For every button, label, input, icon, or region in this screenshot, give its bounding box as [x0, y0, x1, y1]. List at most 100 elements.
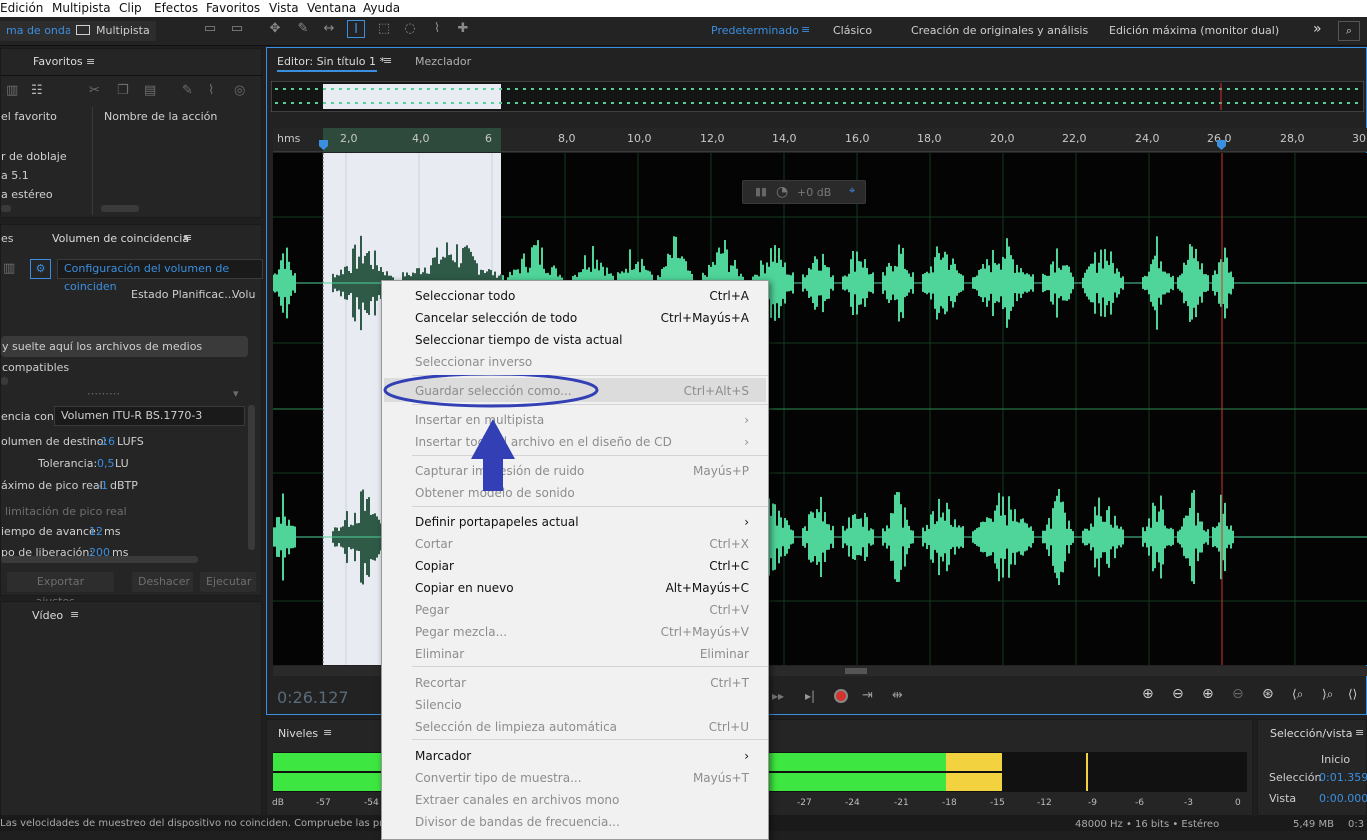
target-value[interactable]: -16 — [97, 435, 115, 448]
context-menu-item[interactable]: Selección de limpieza automática Ctrl+U — [382, 716, 768, 738]
resize-handle[interactable]: ⋯⋯⋯ — [87, 387, 120, 400]
search-icon[interactable]: ⌕ — [1338, 21, 1360, 41]
menu-ayuda[interactable]: Ayuda — [363, 1, 400, 15]
hud-gain-value[interactable]: +0 dB — [797, 186, 831, 199]
overview-navigator[interactable] — [271, 81, 1364, 112]
context-menu-item[interactable]: Seleccionar tiempo de vista actual — [382, 329, 768, 351]
scrollbar[interactable] — [1, 205, 11, 212]
skip-selection-icon[interactable]: ⇹ — [892, 688, 903, 703]
levels-menu-icon[interactable]: ≡ — [323, 726, 332, 739]
menu-clip[interactable]: Clip — [119, 1, 142, 15]
context-menu-item[interactable]: Cortar Ctrl+X — [382, 533, 768, 555]
slip-tool-icon[interactable]: ↔ — [320, 20, 338, 38]
column-scheduled[interactable]: Planificac... — [172, 288, 235, 301]
favorite-item[interactable]: a 5.1 — [1, 169, 29, 182]
zoom-in-time-icon[interactable]: ⊕ — [1202, 686, 1214, 702]
brush-icon[interactable]: ⌇ — [208, 83, 214, 98]
workspace-overflow-button[interactable]: » — [1313, 21, 1322, 37]
workspace-edicion-maxima[interactable]: Edición máxima (monitor dual) — [1109, 24, 1279, 37]
loudness-menu-icon[interactable]: ≡ — [183, 231, 192, 244]
record-favorite-icon[interactable]: ◎ — [234, 83, 245, 98]
peak-value[interactable]: -1 — [97, 479, 108, 492]
skip-end-icon[interactable]: ▸| — [805, 689, 815, 703]
zoom-out-point-icon[interactable]: ⟩⌕ — [1322, 687, 1333, 702]
context-menu-item[interactable]: Copiar en nuevo Alt+Mayús+C — [382, 577, 768, 599]
gain-knob-icon[interactable]: ◔ — [776, 184, 788, 200]
edit-favorite-icon[interactable]: ☷ — [31, 83, 43, 98]
preset-select[interactable]: Configuración del volumen de coinciden — [57, 259, 263, 293]
gain-hud[interactable]: ▮▮ ◔ +0 dB ⌖ — [742, 180, 866, 204]
pin-icon[interactable]: ⌖ — [849, 184, 855, 198]
zoom-full-icon[interactable]: ⊛ — [1262, 686, 1274, 702]
cut-icon[interactable]: ✂ — [89, 83, 100, 98]
workspace-clasico[interactable]: Clásico — [833, 24, 872, 37]
paste-icon[interactable]: ▤ — [144, 83, 156, 98]
fast-forward-icon[interactable]: ▸▸ — [772, 689, 784, 703]
context-menu-item[interactable]: Seleccionar todo Ctrl+A — [382, 285, 768, 307]
pitch-display-icon[interactable]: ▭ — [228, 20, 246, 38]
context-menu-item[interactable]: Convertir tipo de muestra... Mayús+T — [382, 767, 768, 789]
context-menu-item[interactable]: Definir portapapeles actual › — [382, 511, 768, 533]
scrollbar[interactable] — [1, 377, 8, 385]
scrollbar[interactable] — [1, 556, 198, 563]
menu-edicion[interactable]: Edición — [0, 1, 43, 15]
zoom-in-point-icon[interactable]: ⟨⌕ — [1292, 687, 1303, 702]
context-menu-item[interactable]: Divisor de bandas de frecuencia... — [382, 811, 768, 833]
favorite-item[interactable]: r de doblaje — [1, 150, 67, 163]
lookahead-value[interactable]: 12 — [89, 525, 103, 538]
time-selection-tool-icon[interactable]: I — [347, 20, 365, 38]
video-menu-icon[interactable]: ≡ — [70, 608, 79, 621]
delete-icon[interactable]: ▥ — [6, 83, 18, 98]
workspace-creacion[interactable]: Creación de originales y análisis — [911, 24, 1088, 37]
context-menu-item[interactable]: Marcador › — [382, 745, 768, 767]
menu-vista[interactable]: Vista — [269, 1, 299, 15]
collapse-arrow-icon[interactable]: ▾ — [233, 387, 239, 400]
export-settings-button[interactable]: Exportar ajustes... — [7, 572, 114, 608]
view-start-value[interactable]: 0:00.000 — [1319, 792, 1367, 805]
context-menu-item[interactable]: Extraer canales en archivos mono — [382, 789, 768, 811]
menu-ventana[interactable]: Ventana — [307, 1, 356, 15]
zoom-out-amplitude-icon[interactable]: ⊖ — [1172, 686, 1184, 702]
favorites-menu-icon[interactable]: ≡ — [86, 55, 95, 68]
zoom-out-time-icon[interactable]: ⊖ — [1232, 686, 1244, 702]
favorites-title[interactable]: Favoritos — [33, 55, 83, 68]
workspace-menu-icon[interactable]: ≡ — [801, 23, 810, 36]
selection-start-value[interactable]: 0:01.359 — [1319, 771, 1367, 784]
razor-tool-icon[interactable]: ✎ — [294, 20, 312, 38]
lasso-tool-icon[interactable]: ◌ — [401, 20, 419, 38]
context-menu-item[interactable]: Recortar Ctrl+T — [382, 672, 768, 694]
move-tool-icon[interactable]: ✥ — [266, 20, 284, 38]
mixer-tab[interactable]: Mezclador — [415, 55, 471, 68]
multitrack-view-button[interactable]: Multipista — [70, 21, 156, 41]
selection-view-title[interactable]: Selección/vista — [1270, 727, 1352, 740]
current-time[interactable]: 0:26.127 — [277, 688, 349, 707]
scrollbar[interactable] — [101, 205, 139, 212]
limit-peak-label[interactable]: limitación de pico real — [5, 505, 127, 518]
tab-left[interactable]: es — [1, 232, 14, 245]
loudness-title[interactable]: Volumen de coincidencia — [52, 232, 189, 245]
run-button[interactable]: Ejecutar — [200, 572, 256, 592]
context-menu-item[interactable]: Cancelar selección de todo Ctrl+Mayús+A — [382, 307, 768, 329]
match-to-select[interactable]: Volumen ITU-R BS.1770-3 — [54, 406, 245, 426]
zoom-in-amplitude-icon[interactable]: ⊕ — [1142, 686, 1154, 702]
spot-healing-icon[interactable]: ✚ — [454, 20, 472, 38]
spectral-display-icon[interactable]: ▭ — [201, 20, 219, 38]
selection-view-menu-icon[interactable]: ≡ — [1355, 726, 1364, 739]
levels-title[interactable]: Niveles — [278, 727, 318, 740]
copy-icon[interactable]: ❐ — [117, 83, 129, 98]
column-volume[interactable]: Volu — [232, 288, 255, 301]
record-button[interactable] — [834, 689, 848, 703]
settings-icon[interactable]: ⚙ — [30, 259, 51, 279]
pencil-icon[interactable]: ✎ — [182, 83, 193, 98]
brush-tool-icon[interactable]: ⌇ — [428, 20, 446, 38]
menu-favoritos[interactable]: Favoritos — [206, 1, 260, 15]
undo-button[interactable]: Deshacer — [132, 572, 193, 592]
favorite-item[interactable]: a estéreo — [1, 188, 53, 201]
context-menu-item[interactable]: Pegar Ctrl+V — [382, 599, 768, 621]
context-menu-item[interactable]: Copiar Ctrl+C — [382, 555, 768, 577]
workspace-predeterminado[interactable]: Predeterminado — [711, 24, 799, 37]
context-menu-item[interactable]: Silencio — [382, 694, 768, 716]
column-status[interactable]: Estado — [131, 288, 168, 301]
context-menu-item[interactable]: Eliminar Eliminar — [382, 643, 768, 665]
loop-icon[interactable]: ⇥ — [862, 688, 873, 703]
